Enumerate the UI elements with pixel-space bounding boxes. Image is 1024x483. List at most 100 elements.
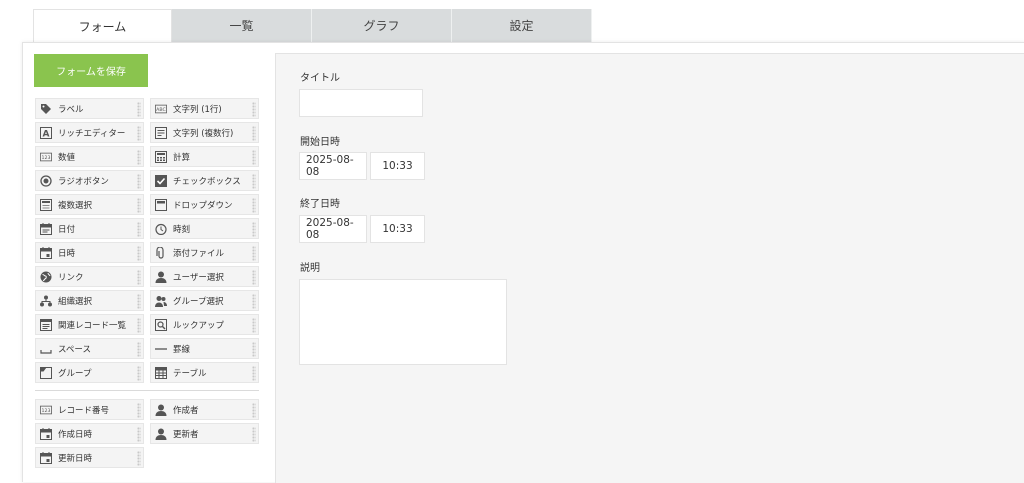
space-icon — [40, 343, 52, 355]
calculator-icon — [155, 150, 167, 163]
tab-form[interactable]: フォーム — [33, 9, 172, 43]
related-records-icon — [40, 318, 52, 331]
palette-item-calculator[interactable]: 計算 — [150, 146, 259, 167]
form-editor-panel: フォームを保存 ラベル ABC 文字列 (1行) A リッチエディター 文字列 (複数行)… — [22, 42, 1024, 483]
end-time-input[interactable]: 10:33 — [370, 215, 425, 243]
drag-handle-icon[interactable] — [137, 427, 141, 442]
drag-handle-icon[interactable] — [252, 403, 256, 418]
drag-handle-icon[interactable] — [252, 366, 256, 381]
palette-item-related-records[interactable]: 関連レコード一覧 — [35, 314, 144, 335]
palette-item-label: リッチエディター — [58, 128, 126, 139]
description-textarea[interactable] — [299, 279, 507, 365]
drag-handle-icon[interactable] — [252, 342, 256, 357]
palette-item-org[interactable]: 組織選択 — [35, 290, 144, 311]
palette-item-label: 時刻 — [173, 224, 191, 235]
palette-item-line[interactable]: 罫線 — [150, 338, 259, 359]
clock-icon — [155, 223, 167, 235]
drag-handle-icon[interactable] — [252, 198, 256, 213]
drag-handle-icon[interactable] — [252, 102, 256, 117]
palette-item-user[interactable]: 更新者 — [150, 423, 259, 444]
palette-item-label: グループ選択 — [173, 296, 224, 307]
palette-item-abc-text[interactable]: ABC 文字列 (1行) — [150, 98, 259, 119]
palette-item-clock[interactable]: 時刻 — [150, 218, 259, 239]
drag-handle-icon[interactable] — [252, 270, 256, 285]
palette-item-label: ラジオボタン — [58, 176, 109, 187]
palette-item-label: 複数選択 — [58, 200, 93, 211]
palette-item-number[interactable]: 123 レコード番号 — [35, 399, 144, 420]
svg-text:A: A — [43, 129, 50, 139]
palette-item-dropdown[interactable]: ドロップダウン — [150, 194, 259, 215]
drag-handle-icon[interactable] — [137, 342, 141, 357]
palette-item-multiline-text[interactable]: 文字列 (複数行) — [150, 122, 259, 143]
drag-handle-icon[interactable] — [137, 294, 141, 309]
rich-editor-icon: A — [40, 126, 52, 139]
start-date-input[interactable]: 2025-08-08 — [299, 152, 367, 180]
palette-item-group-folder[interactable]: グループ — [35, 362, 144, 383]
end-date-input[interactable]: 2025-08-08 — [299, 215, 367, 243]
palette-item-user[interactable]: ユーザー選択 — [150, 266, 259, 287]
palette-item-label: 添付ファイル — [173, 248, 225, 259]
palette-item-group[interactable]: グループ選択 — [150, 290, 259, 311]
paperclip-icon — [155, 246, 167, 259]
palette-item-multi-select[interactable]: 複数選択 — [35, 194, 144, 215]
palette-item-datetime[interactable]: 作成日時 — [35, 423, 144, 444]
palette-item-datetime[interactable]: 日時 — [35, 242, 144, 263]
palette-item-label: 計算 — [173, 152, 191, 163]
drag-handle-icon[interactable] — [137, 451, 141, 466]
palette-item-label: 罫線 — [173, 344, 191, 355]
drag-handle-icon[interactable] — [137, 403, 141, 418]
drag-handle-icon[interactable] — [252, 174, 256, 189]
drag-handle-icon[interactable] — [252, 318, 256, 333]
palette-item-paperclip[interactable]: 添付ファイル — [150, 242, 259, 263]
drag-handle-icon[interactable] — [137, 126, 141, 141]
description-label: 説明 — [300, 263, 320, 274]
drag-handle-icon[interactable] — [137, 222, 141, 237]
palette-item-table[interactable]: テーブル — [150, 362, 259, 383]
end-datetime-label: 終了日時 — [300, 199, 340, 210]
number-icon: 123 — [40, 404, 52, 416]
drag-handle-icon[interactable] — [137, 366, 141, 381]
group-icon — [155, 295, 167, 307]
drag-handle-icon[interactable] — [137, 150, 141, 165]
palette-item-space[interactable]: スペース — [35, 338, 144, 359]
org-icon — [40, 295, 52, 307]
tab-bar: フォーム 一覧 グラフ 設定 — [33, 9, 592, 43]
abc-text-icon: ABC — [155, 103, 167, 115]
palette-item-datetime[interactable]: 更新日時 — [35, 447, 144, 468]
palette-item-radio[interactable]: ラジオボタン — [35, 170, 144, 191]
drag-handle-icon[interactable] — [137, 174, 141, 189]
svg-text:123: 123 — [42, 408, 51, 414]
palette-item-number[interactable]: 123 数値 — [35, 146, 144, 167]
drag-handle-icon[interactable] — [252, 294, 256, 309]
palette-item-lookup[interactable]: ルックアップ — [150, 314, 259, 335]
palette-item-label: 関連レコード一覧 — [58, 320, 127, 331]
drag-handle-icon[interactable] — [137, 318, 141, 333]
drag-handle-icon[interactable] — [137, 102, 141, 117]
palette-item-rich-editor[interactable]: A リッチエディター — [35, 122, 144, 143]
drag-handle-icon[interactable] — [252, 246, 256, 261]
drag-handle-icon[interactable] — [137, 270, 141, 285]
tab-graph[interactable]: グラフ — [312, 9, 452, 42]
group-folder-icon — [40, 366, 52, 379]
save-form-button[interactable]: フォームを保存 — [34, 54, 148, 87]
drag-handle-icon[interactable] — [252, 427, 256, 442]
multiline-text-icon — [155, 126, 167, 139]
palette-item-label: 作成日時 — [58, 429, 93, 440]
palette-item-globe[interactable]: リンク — [35, 266, 144, 287]
palette-item-label: 作成者 — [173, 405, 199, 416]
drag-handle-icon[interactable] — [252, 126, 256, 141]
datetime-icon — [40, 427, 52, 440]
palette-item-user[interactable]: 作成者 — [150, 399, 259, 420]
palette-item-checkbox[interactable]: チェックボックス — [150, 170, 259, 191]
title-input[interactable] — [299, 89, 423, 117]
palette-item-tag[interactable]: ラベル — [35, 98, 144, 119]
tab-list[interactable]: 一覧 — [172, 9, 312, 42]
tab-settings[interactable]: 設定 — [452, 9, 592, 42]
drag-handle-icon[interactable] — [252, 150, 256, 165]
drag-handle-icon[interactable] — [137, 198, 141, 213]
palette-item-label: 文字列 (複数行) — [173, 128, 234, 139]
drag-handle-icon[interactable] — [252, 222, 256, 237]
start-time-input[interactable]: 10:33 — [370, 152, 425, 180]
palette-item-date[interactable]: 日付 — [35, 218, 144, 239]
drag-handle-icon[interactable] — [137, 246, 141, 261]
